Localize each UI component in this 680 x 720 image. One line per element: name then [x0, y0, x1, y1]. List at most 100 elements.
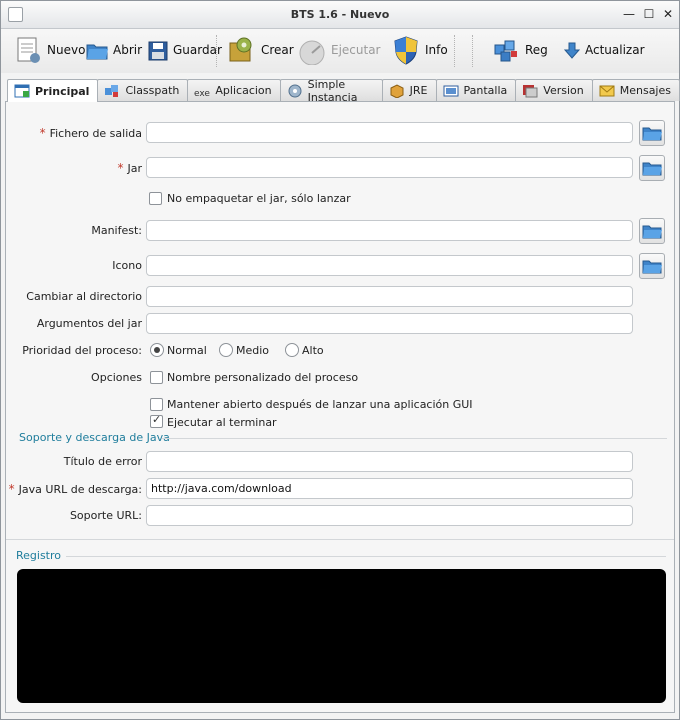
priority-normal-radio[interactable]: [150, 343, 164, 357]
open-button[interactable]: Abrir: [81, 31, 146, 69]
manifest-label: Manifest:: [91, 224, 142, 237]
output-file-input[interactable]: [146, 122, 633, 143]
icon-browse-button[interactable]: [639, 253, 665, 279]
priority-medio-label: Medio: [236, 344, 270, 357]
folder-icon: [642, 260, 662, 274]
instance-icon: [287, 84, 303, 98]
tab-label: Principal: [35, 84, 90, 98]
chdir-input[interactable]: [146, 286, 633, 307]
registry-cubes-icon: [491, 35, 521, 65]
maximize-button[interactable]: ☐: [641, 6, 657, 22]
folder-open-icon: [85, 35, 109, 65]
info-button-label: Info: [425, 43, 448, 57]
main-tab-icon: [14, 84, 30, 98]
error-title-label: Título de error: [63, 455, 142, 468]
shield-icon: [391, 35, 421, 65]
icon-label: Icono: [112, 259, 142, 272]
jar-label: * Jar: [117, 161, 142, 175]
new-button[interactable]: Nuevo: [9, 31, 89, 69]
update-button[interactable]: Actualizar: [559, 31, 649, 69]
support-url-input[interactable]: [146, 505, 633, 526]
manifest-browse-button[interactable]: [639, 218, 665, 244]
required-mark: *: [39, 126, 46, 140]
custom-name-label: Nombre personalizado del proceso: [167, 371, 359, 384]
run-after-label: Ejecutar al terminar: [167, 416, 277, 429]
section-divider: [162, 438, 667, 439]
new-button-label: Nuevo: [47, 43, 86, 57]
close-button[interactable]: ✕: [660, 6, 676, 22]
app-window: BTS 1.6 - Nuevo — ☐ ✕ Nuevo Abrir Guarda…: [0, 0, 680, 720]
tab-simple-instancia[interactable]: Simple Instancia: [279, 77, 383, 104]
java-section-title: Soporte y descarga de Java: [19, 431, 170, 444]
tab-principal[interactable]: Principal: [7, 79, 99, 102]
section-divider: [6, 539, 674, 540]
tab-classpath[interactable]: Classpath: [97, 79, 189, 101]
gauge-run-icon: [297, 35, 327, 66]
log-section-title: Registro: [16, 549, 62, 562]
tab-pantalla[interactable]: Pantalla: [435, 79, 517, 101]
tab-label: Classpath: [125, 84, 180, 97]
jre-icon: [389, 83, 405, 99]
priority-medio-radio[interactable]: [219, 343, 233, 357]
open-button-label: Abrir: [113, 43, 143, 57]
reg-button-label: Reg: [525, 43, 548, 57]
folder-icon: [642, 162, 662, 176]
folder-icon: [642, 225, 662, 239]
error-title-input[interactable]: [146, 451, 633, 472]
tab-bar: Principal Classpath exe Aplicacion Simpl…: [7, 77, 680, 104]
window-title: BTS 1.6 - Nuevo: [290, 8, 390, 21]
run-button-label: Ejecutar: [331, 43, 381, 57]
download-url-label: * Java URL de descarga:: [9, 482, 142, 496]
toolbar-separator: [216, 35, 218, 67]
tab-version[interactable]: Version: [515, 79, 593, 101]
manifest-input[interactable]: [146, 220, 633, 241]
output-file-label: * Fichero de salida: [40, 126, 142, 140]
toolbar-separator: [472, 35, 474, 67]
run-button[interactable]: Ejecutar: [293, 31, 385, 69]
floppy-disk-icon: [147, 35, 169, 65]
required-mark: *: [8, 482, 15, 496]
run-after-checkbox[interactable]: [150, 413, 163, 428]
tab-label: Mensajes: [619, 84, 671, 97]
svg-text:exe: exe: [194, 89, 210, 98]
no-wrap-checkbox[interactable]: [149, 192, 162, 205]
info-button[interactable]: Info: [387, 31, 452, 69]
stay-alive-checkbox[interactable]: [150, 398, 163, 411]
tab-label: Aplicacion: [215, 84, 272, 97]
support-url-label: Soporte URL:: [69, 509, 142, 522]
tab-jre[interactable]: JRE: [381, 79, 437, 101]
tab-label: Simple Instancia: [307, 77, 358, 104]
classpath-icon: [104, 84, 120, 98]
label-text: Fichero de salida: [49, 127, 142, 140]
folder-icon: [642, 127, 662, 141]
label-text: Jar: [127, 162, 142, 175]
options-label: Opciones: [91, 371, 142, 384]
label-text: Java URL de descarga:: [18, 483, 142, 496]
jar-browse-button[interactable]: [639, 155, 665, 181]
tab-mensajes[interactable]: Mensajes: [591, 79, 680, 101]
required-mark: *: [117, 161, 124, 175]
download-url-input[interactable]: [146, 478, 633, 499]
tab-label: JRE: [409, 84, 428, 97]
create-button-label: Crear: [261, 43, 294, 57]
jar-input[interactable]: [146, 157, 633, 178]
custom-name-checkbox[interactable]: [150, 371, 163, 384]
log-output-area[interactable]: [17, 569, 666, 703]
args-input[interactable]: [146, 313, 633, 334]
reg-button[interactable]: Reg: [487, 31, 552, 69]
tab-aplicacion[interactable]: exe Aplicacion: [187, 79, 281, 101]
minimize-button[interactable]: —: [621, 6, 637, 22]
version-icon: [522, 84, 538, 98]
priority-alto-radio[interactable]: [285, 343, 299, 357]
mail-icon: [599, 84, 615, 98]
priority-normal-label: Normal: [167, 344, 207, 357]
priority-alto-label: Alto: [302, 344, 324, 357]
output-file-browse-button[interactable]: [639, 120, 665, 146]
gear-build-icon: [227, 35, 257, 65]
principal-panel: * Fichero de salida * Jar No empaquetar el…: [5, 101, 675, 713]
icon-input[interactable]: [146, 255, 633, 276]
create-button[interactable]: Crear: [223, 31, 298, 69]
stay-alive-label: Mantener abierto después de lanzar una a…: [167, 398, 473, 411]
save-button[interactable]: Guardar: [143, 31, 226, 69]
update-button-label: Actualizar: [585, 43, 645, 57]
